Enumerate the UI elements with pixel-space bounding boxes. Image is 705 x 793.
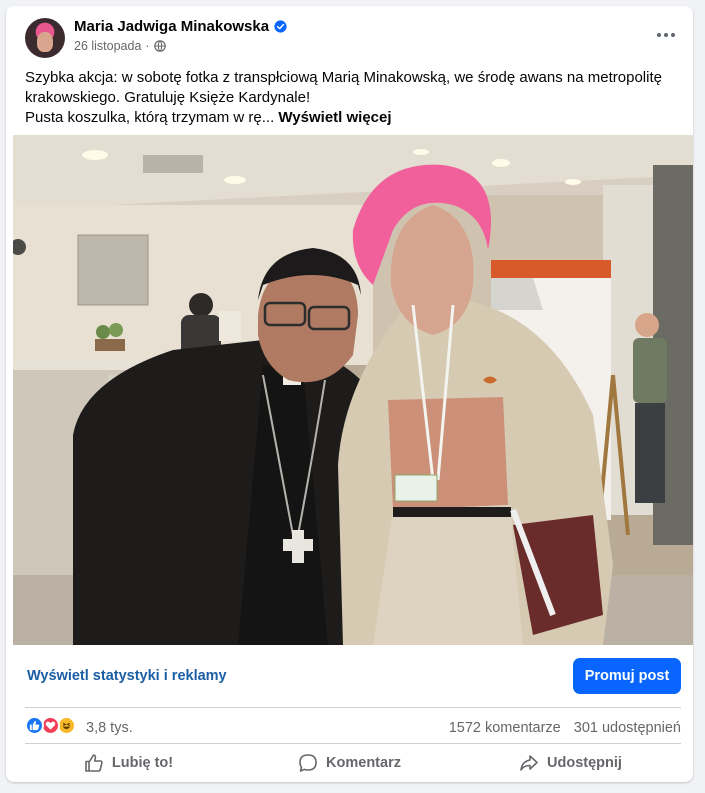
author-row: Maria Jadwiga Minakowska	[74, 18, 287, 35]
more-options-icon[interactable]	[653, 22, 679, 48]
comment-icon	[299, 754, 317, 772]
comments-count[interactable]: 1572 komentarze	[449, 720, 561, 736]
comment-button[interactable]: Komentarz	[239, 745, 460, 781]
post-text-line-2: Pusta koszulka, którą trzymam w rę... Wy…	[25, 108, 675, 128]
reaction-count[interactable]: 3,8 tys.	[86, 720, 133, 736]
share-button-label: Udostępnij	[547, 755, 622, 771]
like-button[interactable]: Lubię to!	[18, 745, 239, 781]
post-photo[interactable]	[13, 135, 693, 645]
post-text-truncated: Pusta koszulka, którą trzymam w rę...	[25, 109, 275, 126]
like-button-label: Lubię to!	[111, 755, 174, 771]
view-stats-link[interactable]: Wyświetl statystyki i reklamy	[27, 668, 227, 684]
author-name[interactable]: Maria Jadwiga Minakowska	[74, 18, 269, 35]
engagement-stats: 1572 komentarze 301 udostępnień	[449, 720, 681, 736]
author-avatar[interactable]	[25, 18, 65, 58]
promote-post-button[interactable]: Promuj post	[573, 658, 681, 694]
globe-icon[interactable]	[153, 40, 166, 52]
see-more-link[interactable]: Wyświetl więcej	[278, 109, 391, 126]
verified-badge-icon	[274, 20, 287, 33]
promo-strip: Wyświetl statystyki i reklamy Promuj pos…	[6, 645, 693, 707]
photo-illustration	[13, 135, 693, 645]
divider	[25, 743, 681, 744]
post-meta: 26 listopada ·	[74, 39, 166, 53]
comment-button-label: Komentarz	[326, 755, 401, 771]
thumbs-up-icon	[85, 754, 103, 772]
shares-count[interactable]: 301 udostępnień	[574, 720, 681, 736]
meta-separator: ·	[145, 39, 150, 53]
post-text-line-1: Szybka akcja: w sobotę fotka z transpłci…	[25, 69, 662, 106]
post-text: Szybka akcja: w sobotę fotka z transpłci…	[25, 68, 675, 128]
post-date[interactable]: 26 listopada	[74, 39, 141, 53]
like-reaction-icon	[25, 716, 44, 735]
post-card: Maria Jadwiga Minakowska 26 listopada · …	[6, 6, 693, 782]
share-button[interactable]: Udostępnij	[460, 745, 681, 781]
reactions-bar: 3,8 tys. 1572 komentarze 301 udostępnień	[6, 708, 693, 742]
post-header: Maria Jadwiga Minakowska 26 listopada ·	[6, 6, 693, 68]
share-icon	[520, 755, 538, 771]
reaction-icons[interactable]	[25, 716, 76, 735]
action-bar: Lubię to! Komentarz Udostępnij	[18, 745, 681, 781]
